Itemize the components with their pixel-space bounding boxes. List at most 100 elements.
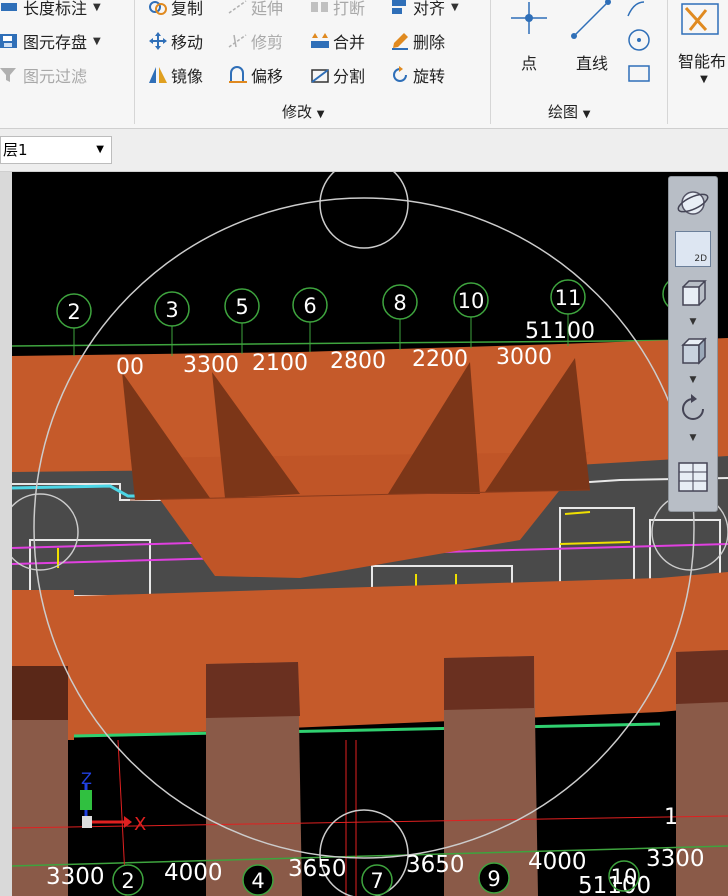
3d-viewport[interactable]: 2 3 5 6 8 10 11 1 51100 00 3300 2100 280… — [0, 172, 728, 896]
chevron-down-icon: ▼ — [582, 109, 591, 120]
merge-label: 合并 — [333, 33, 366, 52]
chevron-down-icon: ▼ — [451, 1, 459, 13]
draw-group-label[interactable]: 绘图 ▼ — [548, 101, 591, 122]
filter-icon — [0, 68, 16, 82]
dimension-text: 00 — [116, 355, 144, 380]
smart-layout-button[interactable]: 智能布 ▼ — [676, 0, 728, 100]
view-2d-button[interactable]: 2D — [675, 231, 711, 267]
save-element-button[interactable]: 图元存盘 ▼ — [0, 28, 101, 54]
break-icon — [311, 2, 328, 12]
copy-icon — [149, 1, 167, 15]
chevron-down-icon[interactable]: ▼ — [669, 317, 717, 327]
trim-icon — [228, 34, 247, 48]
dimension-icon — [1, 3, 17, 11]
ucs-x-label: X — [134, 814, 146, 835]
length-dimension-label: 长度标注 — [23, 0, 88, 18]
save-element-icon — [0, 34, 17, 48]
axis-annotations: 2 3 5 6 8 10 11 1 51100 00 3300 2100 280… — [46, 276, 705, 896]
chevron-down-icon: ▼ — [93, 35, 101, 47]
merge-button[interactable]: 合并 — [310, 28, 365, 54]
navigation-bar: 2D ▼ ▼ ▼ — [668, 176, 718, 512]
copy-button[interactable]: 复制 — [148, 0, 203, 20]
break-label: 打断 — [333, 0, 366, 18]
rotate-view-icon[interactable] — [675, 391, 711, 427]
rotate-label: 旋转 — [413, 67, 446, 86]
chevron-down-icon[interactable]: ▼ — [669, 375, 717, 385]
chevron-down-icon: ▼ — [96, 144, 104, 155]
extend-button[interactable]: 延伸 — [228, 0, 283, 20]
wireframe-cube-icon[interactable] — [675, 275, 711, 311]
dimension-text: 2100 — [252, 351, 308, 376]
break-button[interactable]: 打断 — [310, 0, 365, 20]
axis-bubble: 4 — [242, 864, 274, 896]
ribbon-divider — [667, 0, 668, 124]
layer-grid-icon[interactable] — [675, 459, 711, 495]
ucs-icon: Z X — [80, 769, 146, 835]
offset-button[interactable]: 偏移 — [228, 62, 283, 88]
layer-select-value: 层1 — [3, 141, 28, 159]
axis-bubble: 7 — [361, 864, 393, 896]
dimension-text: 2800 — [330, 349, 386, 374]
length-dimension-button[interactable]: 长度标注 ▼ — [0, 0, 101, 20]
point-label: 点 — [520, 54, 537, 73]
left-panel-edge — [0, 172, 12, 896]
dimension-text: 3000 — [496, 345, 552, 370]
point-button[interactable]: 点 — [505, 0, 553, 73]
chevron-down-icon: ▼ — [93, 1, 101, 13]
dimension-text: 3650 — [406, 852, 465, 878]
axis-label: 5 — [235, 295, 248, 319]
total-dimension-top: 51100 — [525, 319, 595, 344]
element-filter-button[interactable]: 图元过滤 — [0, 62, 87, 88]
chevron-down-icon: ▼ — [700, 74, 708, 85]
axis-label: 6 — [303, 294, 316, 318]
offset-icon — [229, 66, 247, 83]
merge-icon — [311, 33, 329, 48]
align-button[interactable]: 对齐 ▼ — [390, 0, 459, 20]
delete-label: 删除 — [413, 33, 446, 52]
shaded-cube-icon[interactable] — [675, 333, 711, 369]
ribbon-divider — [134, 0, 135, 124]
ribbon-divider — [490, 0, 491, 124]
trim-button[interactable]: 修剪 — [228, 28, 283, 54]
smart-layout-label: 智能布 — [678, 52, 727, 71]
dimension-text: 3300 — [646, 846, 705, 872]
axis-label: 10 — [458, 289, 485, 313]
element-filter-label: 图元过滤 — [23, 67, 88, 86]
extend-icon — [228, 0, 247, 14]
axis-bubble: 9 — [478, 862, 510, 894]
line-button[interactable]: 直线 — [566, 0, 618, 73]
dimension-text: 3300 — [46, 864, 105, 890]
line-icon — [571, 0, 611, 39]
move-button[interactable]: 移动 — [148, 28, 203, 54]
copy-label: 复制 — [171, 0, 204, 18]
arc-icon[interactable] — [624, 0, 652, 20]
axis-label: 8 — [393, 291, 406, 315]
line-label: 直线 — [575, 54, 608, 73]
axis-bubble: 10 — [608, 860, 640, 892]
delete-icon — [392, 33, 408, 50]
move-icon — [149, 32, 167, 50]
smart-layout-icon — [681, 3, 719, 35]
chevron-down-icon[interactable]: ▼ — [669, 433, 717, 443]
axis-bubble: 3 — [154, 291, 190, 356]
axis-label: 3 — [165, 298, 178, 322]
split-label: 分割 — [333, 67, 366, 86]
axis-label: 10 — [611, 865, 638, 889]
layer-select[interactable]: 层1 ▼ — [0, 136, 112, 164]
axis-label: 11 — [555, 286, 582, 310]
axis-bubble: 5 — [224, 288, 260, 354]
modify-group-label[interactable]: 修改 ▼ — [282, 101, 325, 122]
mirror-label: 镜像 — [171, 67, 204, 86]
rotate-button[interactable]: 旋转 — [390, 62, 445, 88]
axis-label: 2 — [67, 300, 80, 324]
orbit-icon[interactable] — [675, 185, 711, 221]
mirror-button[interactable]: 镜像 — [148, 62, 203, 88]
split-button[interactable]: 分割 — [310, 62, 365, 88]
align-icon — [392, 0, 406, 14]
circle-icon[interactable] — [626, 27, 652, 53]
axis-label: 7 — [370, 869, 383, 893]
rectangle-icon[interactable] — [626, 62, 652, 86]
delete-button[interactable]: 删除 — [390, 28, 445, 54]
axis-label: 9 — [487, 867, 500, 891]
axis-bubble: 2 — [112, 864, 144, 896]
